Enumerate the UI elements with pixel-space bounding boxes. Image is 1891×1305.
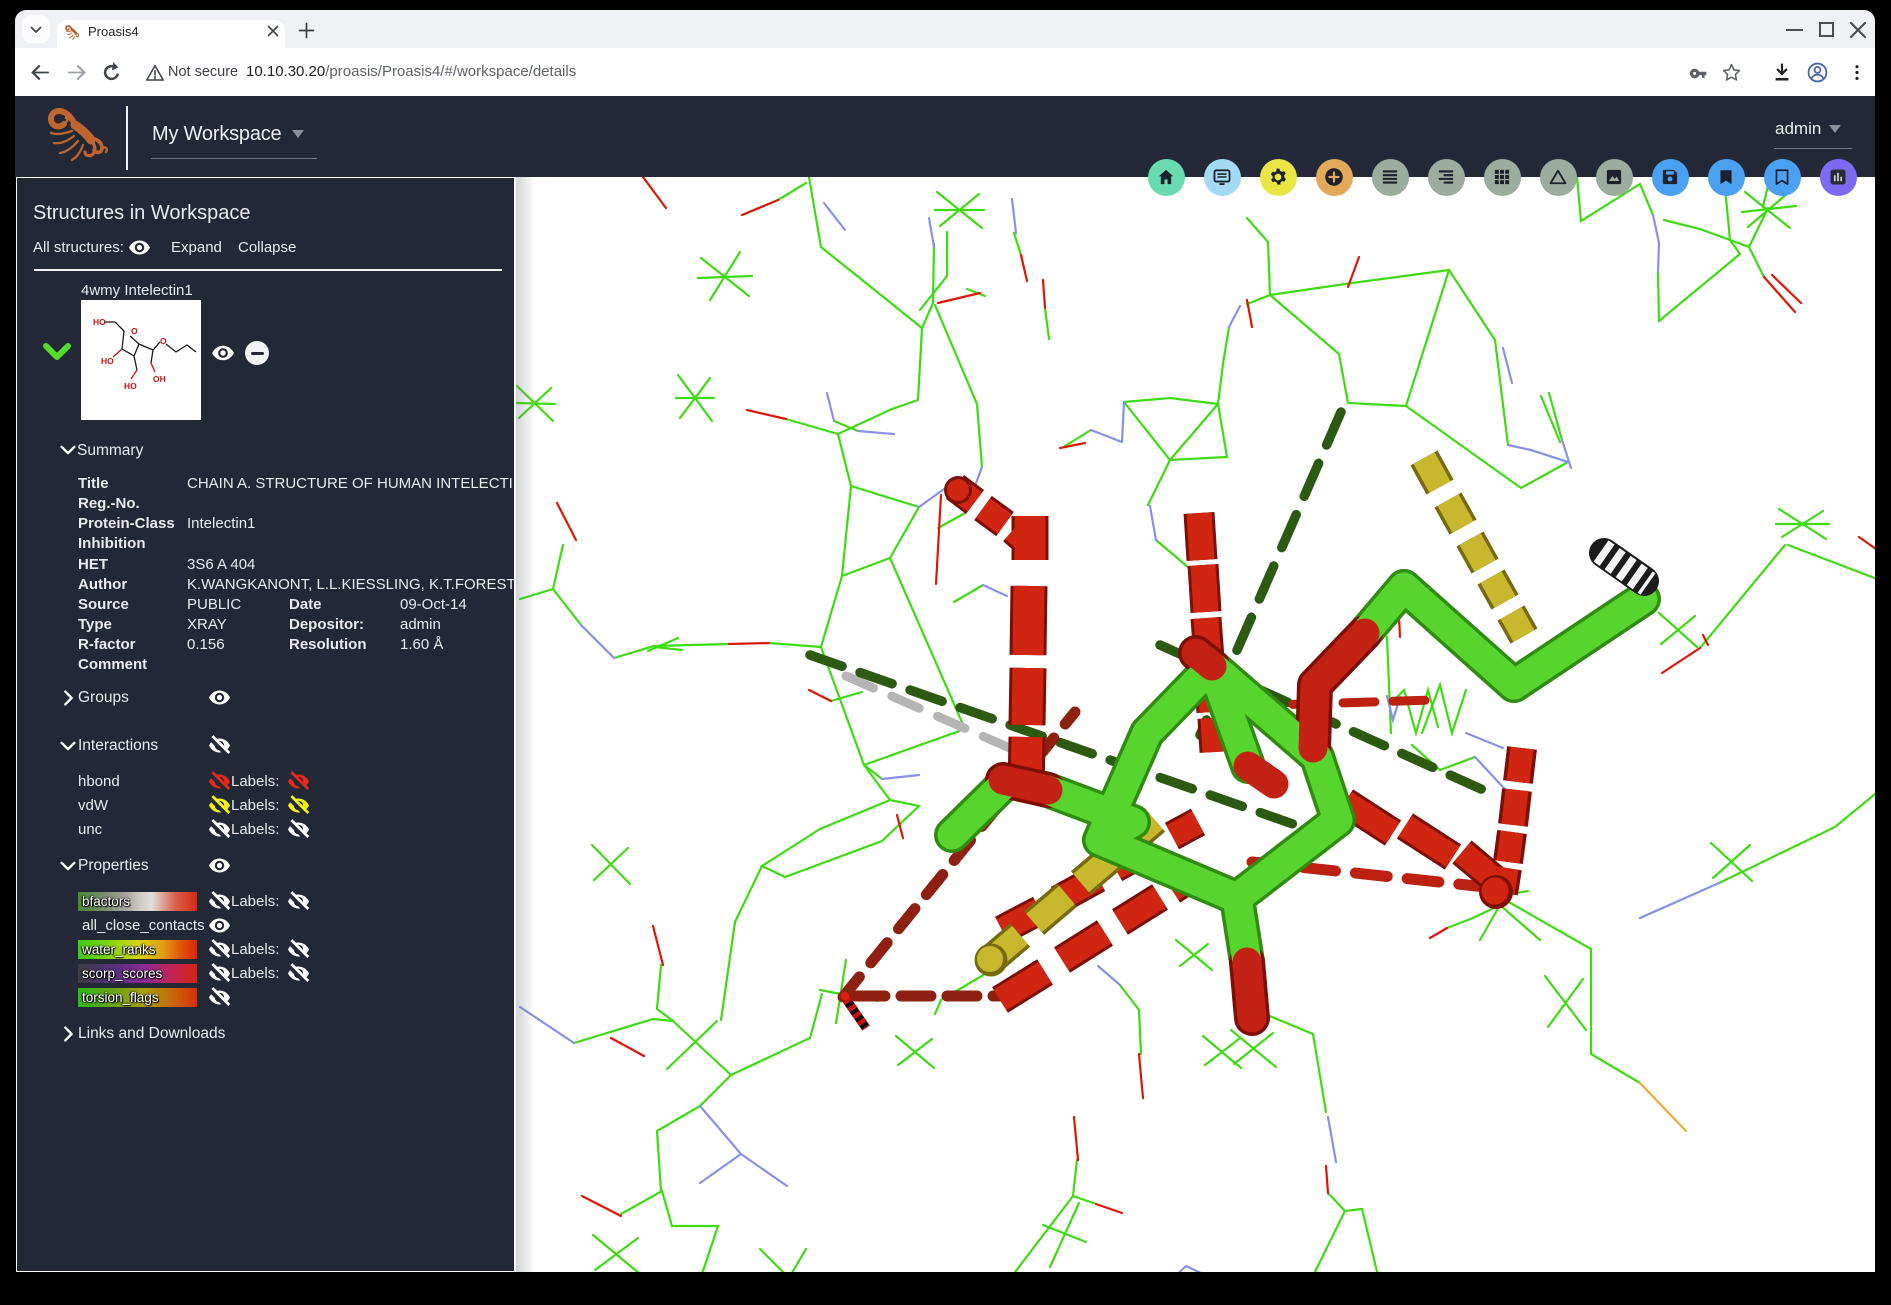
- svg-text:HO: HO: [101, 356, 114, 366]
- svg-text:O: O: [160, 336, 167, 346]
- svg-text:O: O: [131, 326, 138, 336]
- svg-text:OH: OH: [153, 374, 166, 384]
- svg-text:HO: HO: [93, 317, 106, 327]
- svg-text:HO: HO: [124, 381, 137, 391]
